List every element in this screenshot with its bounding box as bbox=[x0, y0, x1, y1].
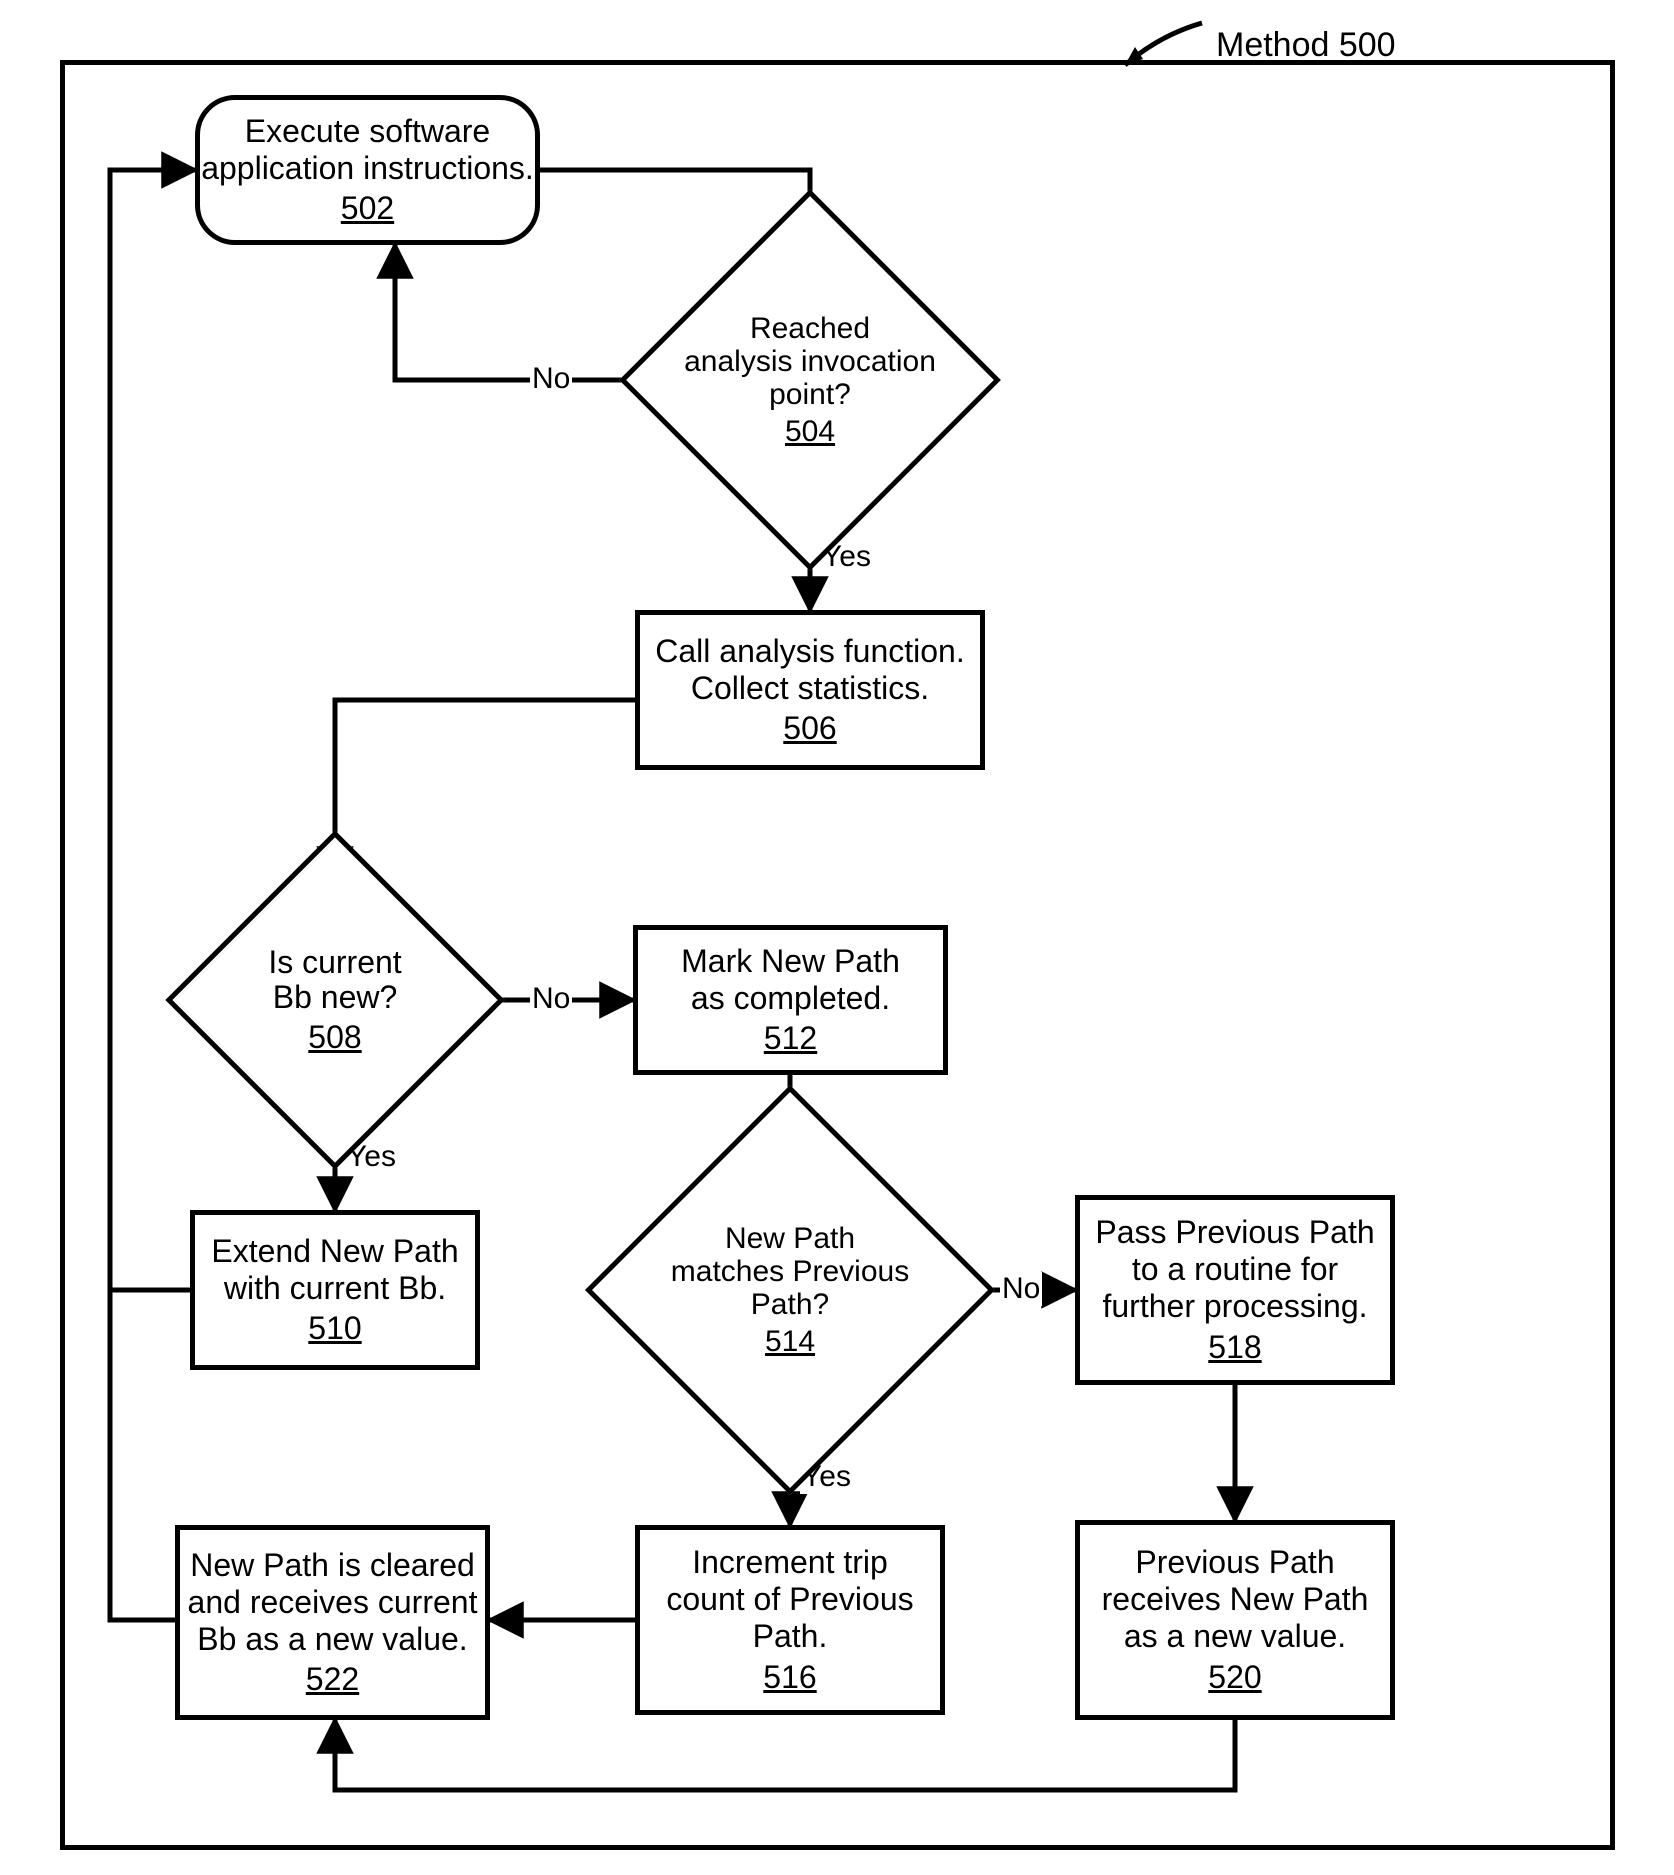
node-514-line1: New Path bbox=[725, 1222, 855, 1255]
node-504-line3: point? bbox=[769, 378, 851, 411]
node-516-number: 516 bbox=[763, 1659, 816, 1696]
node-522-number: 522 bbox=[306, 1661, 359, 1698]
node-520: Previous Path receives New Path as a new… bbox=[1075, 1520, 1395, 1720]
node-510-line1: Extend New Path bbox=[211, 1233, 458, 1270]
node-518: Pass Previous Path to a routine for furt… bbox=[1075, 1195, 1395, 1385]
node-502-number: 502 bbox=[341, 190, 394, 227]
node-504-line2: analysis invocation bbox=[684, 345, 936, 378]
title-arrow-icon bbox=[1110, 15, 1210, 75]
node-514: New Path matches Previous Path? 514 bbox=[645, 1145, 935, 1435]
node-504-number: 504 bbox=[785, 415, 835, 448]
node-520-line3: as a new value. bbox=[1124, 1618, 1346, 1655]
node-516-line2: count of Previous bbox=[666, 1581, 913, 1618]
node-522-line3: Bb as a new value. bbox=[197, 1621, 467, 1658]
node-520-number: 520 bbox=[1208, 1659, 1261, 1696]
node-516-line3: Path. bbox=[753, 1618, 828, 1655]
node-504: Reached analysis invocation point? 504 bbox=[675, 245, 945, 515]
flowchart-canvas: Method 500 bbox=[0, 0, 1674, 1875]
node-502-line1: Execute software bbox=[245, 113, 490, 150]
edge-514-no-label: No bbox=[1000, 1272, 1042, 1306]
node-506-line2: Collect statistics. bbox=[691, 670, 929, 707]
method-title-row: Method 500 bbox=[1110, 15, 1396, 75]
node-516-line1: Increment trip bbox=[692, 1544, 888, 1581]
node-514-number: 514 bbox=[765, 1325, 815, 1358]
method-title: Method 500 bbox=[1216, 26, 1396, 65]
node-504-line1: Reached bbox=[750, 312, 870, 345]
node-516: Increment trip count of Previous Path. 5… bbox=[635, 1525, 945, 1715]
node-502-line2: application instructions. bbox=[201, 150, 534, 187]
node-510-number: 510 bbox=[308, 1310, 361, 1347]
node-518-number: 518 bbox=[1208, 1329, 1261, 1366]
node-508: Is current Bb new? 508 bbox=[215, 880, 455, 1120]
node-506: Call analysis function. Collect statisti… bbox=[635, 610, 985, 770]
node-512-line1: Mark New Path bbox=[681, 943, 900, 980]
node-522-line2: and receives current bbox=[188, 1584, 478, 1621]
node-508-number: 508 bbox=[308, 1020, 361, 1055]
node-502: Execute software application instruction… bbox=[195, 95, 540, 245]
node-512-line2: as completed. bbox=[691, 980, 890, 1017]
node-510: Extend New Path with current Bb. 510 bbox=[190, 1210, 480, 1370]
node-508-line2: Bb new? bbox=[273, 980, 398, 1015]
node-512-number: 512 bbox=[764, 1020, 817, 1057]
node-506-number: 506 bbox=[783, 710, 836, 747]
node-522: New Path is cleared and receives current… bbox=[175, 1525, 490, 1720]
edge-508-no-label: No bbox=[530, 982, 572, 1016]
node-510-line2: with current Bb. bbox=[224, 1270, 446, 1307]
node-506-line1: Call analysis function. bbox=[655, 633, 964, 670]
node-512: Mark New Path as completed. 512 bbox=[633, 925, 948, 1075]
node-514-line2: matches Previous bbox=[671, 1255, 909, 1288]
node-518-line3: further processing. bbox=[1102, 1288, 1367, 1325]
node-520-line1: Previous Path bbox=[1135, 1544, 1334, 1581]
node-518-line1: Pass Previous Path bbox=[1095, 1214, 1374, 1251]
node-508-line1: Is current bbox=[268, 945, 401, 980]
node-514-line3: Path? bbox=[751, 1288, 829, 1321]
node-520-line2: receives New Path bbox=[1102, 1581, 1369, 1618]
node-518-line2: to a routine for bbox=[1132, 1251, 1338, 1288]
node-522-line1: New Path is cleared bbox=[190, 1547, 475, 1584]
edge-504-no-label: No bbox=[530, 362, 572, 396]
